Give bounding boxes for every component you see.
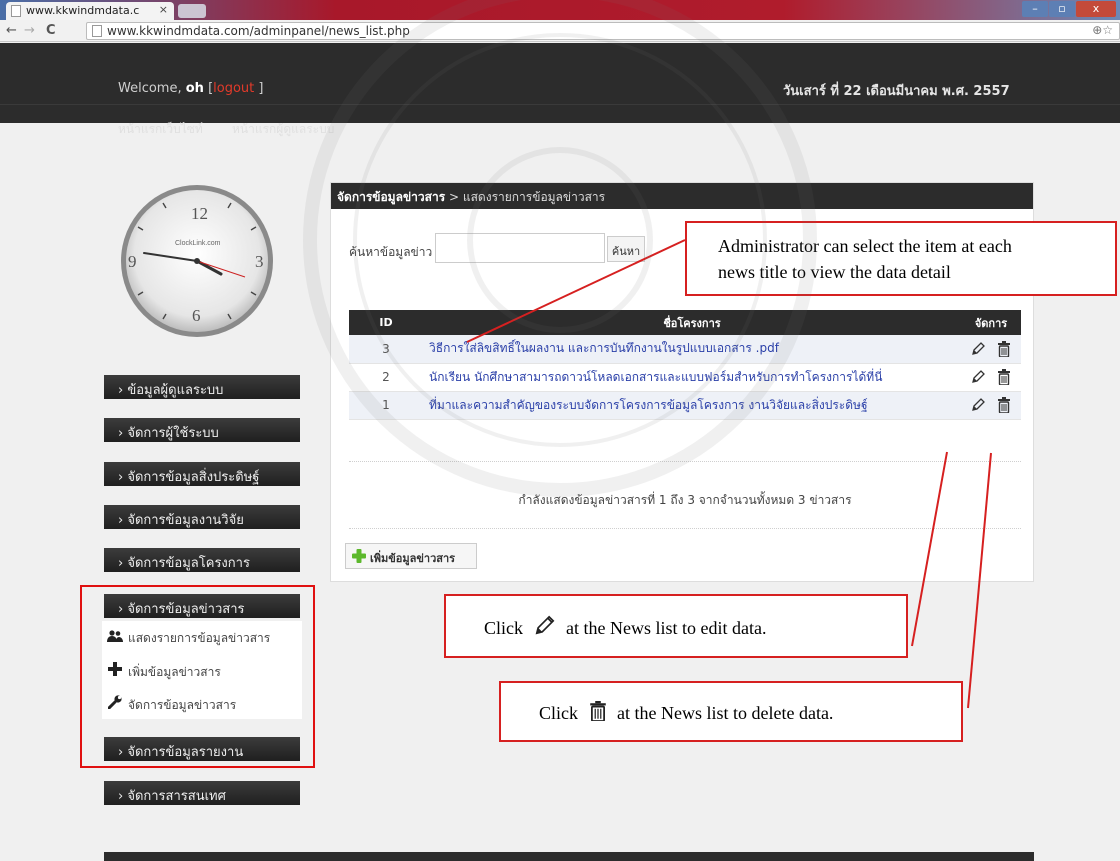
row-actions xyxy=(961,363,1021,392)
add-news-label: เพิ่มข้อมูลข่าวสาร xyxy=(370,552,456,565)
nav-admin-home[interactable]: หน้าแรกผู้ดูแลระบบ xyxy=(232,120,334,139)
edit-pencil-icon[interactable] xyxy=(970,341,986,357)
zoom-bookmark-icon[interactable]: ⊕☆ xyxy=(1092,23,1113,37)
column-header-actions: จัดการ xyxy=(961,310,1021,335)
current-date: วันเสาร์ ที่ 22 เดือนมีนาคม พ.ศ. 2557 xyxy=(783,84,1010,99)
edit-pencil-icon[interactable] xyxy=(970,369,986,385)
reload-icon[interactable]: C xyxy=(46,23,56,38)
clock-brand: ClockLink.com xyxy=(175,240,221,247)
page-icon xyxy=(92,25,102,37)
delete-trash-icon xyxy=(589,701,606,722)
tab-close-icon[interactable]: × xyxy=(159,3,168,16)
maximize-button[interactable]: ▫ xyxy=(1049,1,1075,17)
logout-link[interactable]: logout xyxy=(213,81,254,96)
logout-bracket-close: ] xyxy=(258,81,264,96)
column-header-id: ID xyxy=(349,310,423,335)
annotation-line: news title to view the data detail xyxy=(718,262,951,282)
sidebar-item-projects[interactable]: › จัดการข้อมูลโครงการ xyxy=(104,548,300,572)
browser-tab[interactable]: www.kkwindmdata.c × xyxy=(6,2,174,20)
search-input[interactable] xyxy=(435,233,605,263)
clock-numeral-12: 12 xyxy=(191,204,208,223)
delete-trash-icon[interactable] xyxy=(996,397,1012,413)
sidebar-item-inventions[interactable]: › จัดการข้อมูลสิ่งประดิษฐ์ xyxy=(104,462,300,486)
column-header-title: ชื่อโครงการ xyxy=(423,310,961,335)
url-field[interactable]: www.kkwindmdata.com/adminpanel/news_list… xyxy=(86,22,1120,40)
annotation-text: at the News list to delete data. xyxy=(617,703,834,723)
username: oh xyxy=(185,81,204,96)
clock-numeral-9: 9 xyxy=(128,252,137,271)
search-button[interactable]: ค้นหา xyxy=(607,236,645,262)
address-bar: ← → C www.kkwindmdata.com/adminpanel/new… xyxy=(0,20,1120,42)
add-news-button[interactable]: เพิ่มข้อมูลข่าวสาร xyxy=(345,543,477,569)
delete-annotation-callout: Click at the News list to delete data. xyxy=(499,681,963,742)
breadcrumb-main[interactable]: จัดการข้อมูลข่าวสาร xyxy=(337,190,445,204)
sidebar-item-information[interactable]: › จัดการสารสนเทศ xyxy=(104,781,300,805)
row-actions xyxy=(961,391,1021,420)
clock-widget: 12 3 6 9 ClockLink.com xyxy=(118,183,276,340)
row-id: 2 xyxy=(349,363,423,392)
forward-arrow-icon[interactable]: → xyxy=(24,23,35,38)
row-id: 3 xyxy=(349,335,423,364)
edit-pencil-icon xyxy=(535,615,554,635)
sidebar-highlight-box xyxy=(80,585,315,768)
table-header-row: ID ชื่อโครงการ จัดการ xyxy=(349,310,1021,335)
breadcrumb-separator: > xyxy=(448,190,460,204)
row-actions xyxy=(961,335,1021,364)
breadcrumb-current: แสดงรายการข้อมูลข่าวสาร xyxy=(462,190,606,204)
new-tab-button[interactable] xyxy=(178,4,206,18)
news-title-link[interactable]: นักเรียน นักศึกษาสามารถดาวน์โหลดเอกสารแล… xyxy=(423,363,961,392)
edit-annotation-callout: Click at the News list to edit data. xyxy=(444,594,908,658)
divider xyxy=(349,461,1021,462)
green-plus-icon xyxy=(352,549,366,563)
clock-numeral-3: 3 xyxy=(255,252,264,271)
annotation-text: Click xyxy=(539,703,578,723)
annotation-line: Administrator can select the item at eac… xyxy=(718,236,1012,256)
sidebar-item-users[interactable]: › จัดการผู้ใช้ระบบ xyxy=(104,418,300,442)
title-annotation-callout: Administrator can select the item at eac… xyxy=(685,221,1117,296)
delete-trash-icon[interactable] xyxy=(996,369,1012,385)
page-icon xyxy=(11,5,21,17)
browser-tabbar: www.kkwindmdata.c × – ▫ x xyxy=(0,0,1120,20)
pagination-summary: กำลังแสดงข้อมูลข่าวสารที่ 1 ถึง 3 จากจำน… xyxy=(518,493,852,507)
sidebar-item-research[interactable]: › จัดการข้อมูลงานวิจัย xyxy=(104,505,300,529)
close-window-button[interactable]: x xyxy=(1076,1,1116,17)
row-id: 1 xyxy=(349,391,423,420)
annotation-text: Click xyxy=(484,618,523,638)
edit-pencil-icon[interactable] xyxy=(970,397,986,413)
table-row: 3 วิธีการใส่ลิขสิทธิ์ในผลงาน และการบันทึ… xyxy=(349,335,1021,364)
breadcrumb: จัดการข้อมูลข่าวสาร > แสดงรายการข้อมูลข่… xyxy=(331,183,1033,209)
search-label: ค้นหาข้อมูลข่าว : xyxy=(349,245,441,259)
sidebar-item-admin-info[interactable]: › ข้อมูลผู้ดูแลระบบ xyxy=(104,375,300,399)
table-row: 2 นักเรียน นักศึกษาสามารถดาวน์โหลดเอกสาร… xyxy=(349,363,1021,392)
news-title-link[interactable]: ที่มาและความสำคัญของระบบจัดการโครงการข้อ… xyxy=(423,391,961,420)
news-title-link[interactable]: วิธีการใส่ลิขสิทธิ์ในผลงาน และการบันทึกง… xyxy=(423,335,961,364)
page-footer-bar xyxy=(104,852,1034,861)
table-row: 1 ที่มาและความสำคัญของระบบจัดการโครงการข… xyxy=(349,391,1021,420)
minimize-button[interactable]: – xyxy=(1022,1,1048,17)
back-arrow-icon[interactable]: ← xyxy=(6,23,17,38)
tab-title: www.kkwindmdata.c xyxy=(26,4,140,17)
annotation-text: at the News list to edit data. xyxy=(566,618,767,638)
welcome-prefix: Welcome, xyxy=(118,81,182,96)
url-text: www.kkwindmdata.com/adminpanel/news_list… xyxy=(107,24,410,38)
welcome-text: Welcome, oh [logout ] xyxy=(118,81,263,96)
news-table: ID ชื่อโครงการ จัดการ 3 วิธีการใส่ลิขสิท… xyxy=(349,310,1021,420)
clock-numeral-6: 6 xyxy=(192,306,201,325)
window-controls: – ▫ x xyxy=(1022,1,1116,17)
header-divider xyxy=(0,104,1120,105)
divider xyxy=(349,528,1021,529)
delete-trash-icon[interactable] xyxy=(996,340,1012,357)
nav-website-home[interactable]: หน้าแรกเว็บไซท์ xyxy=(118,120,203,139)
